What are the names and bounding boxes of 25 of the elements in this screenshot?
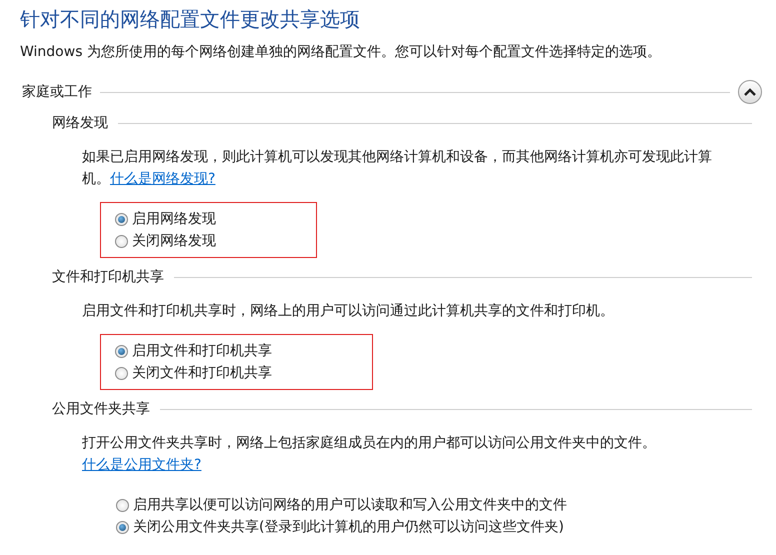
- radio-button[interactable]: [115, 344, 128, 358]
- chevron-icon: [744, 88, 756, 96]
- radio-button[interactable]: [116, 498, 129, 512]
- group-description: 启用文件和打印机共享时，网络上的用户可以访问通过此计算机共享的文件和打印机。: [82, 302, 615, 321]
- option-label[interactable]: 关闭公用文件夹共享(登录到此计算机的用户仍然可以访问这些文件夹): [133, 517, 564, 537]
- radio-button[interactable]: [115, 366, 128, 380]
- option-label[interactable]: 启用网络发现: [132, 209, 216, 229]
- description-text: Windows 为您所使用的每个网络创建单独的网络配置文件。您可以针对每个配置文件选择特定的选项。: [20, 43, 662, 62]
- radio-button[interactable]: [116, 520, 129, 534]
- group-description: 打开公用文件夹共享时，网络上包括家庭组成员在内的用户都可以访问公用文件夹中的文件。 什么是公用文件夹?: [82, 434, 657, 475]
- option-label[interactable]: 启用共享以便可以访问网络的用户可以读取和写入公用文件夹中的文件: [133, 495, 567, 515]
- group-heading: 网络发现: [52, 114, 108, 132]
- radio-button[interactable]: [115, 212, 128, 226]
- group-heading: 公用文件夹共享: [52, 400, 150, 418]
- option-label[interactable]: 启用文件和打印机共享: [132, 341, 272, 361]
- option-label[interactable]: 关闭网络发现: [132, 231, 216, 251]
- help-link[interactable]: 什么是公用文件夹?: [82, 457, 202, 473]
- radio-button[interactable]: [115, 234, 128, 248]
- group-description: 如果已启用网络发现，则此计算机可以发现其他网络计算机和设备，而其他网络计算机亦可发现此计算机。什么是网络发现?: [82, 148, 713, 189]
- page-title: 针对不同的网络配置文件更改共享选项: [20, 6, 361, 32]
- collapse-button[interactable]: [738, 80, 762, 104]
- option-label[interactable]: 关闭文件和打印机共享: [132, 363, 272, 383]
- section-label: 家庭或工作: [21, 83, 92, 102]
- group-heading: 文件和打印机共享: [52, 268, 164, 286]
- help-link[interactable]: 什么是网络发现?: [110, 171, 216, 187]
